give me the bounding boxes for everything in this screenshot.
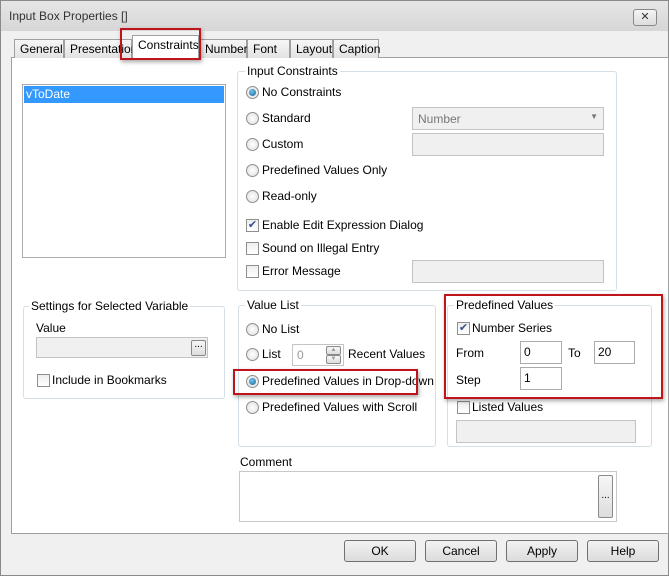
custom-input[interactable]: [412, 133, 604, 156]
radio-predefined-only[interactable]: [246, 164, 259, 177]
checkbox-label: Error Message: [262, 264, 341, 278]
stepper-down-icon[interactable]: ▼: [326, 355, 341, 364]
chevron-down-icon: ▼: [590, 112, 598, 121]
dialog-window: Input Box Properties [] ✕ General Presen…: [0, 0, 669, 576]
help-button[interactable]: Help: [587, 540, 659, 562]
comment-browse-button[interactable]: ...: [598, 475, 613, 518]
apply-button[interactable]: Apply: [506, 540, 578, 562]
value-list-title: Value List: [245, 298, 301, 312]
tab-layout[interactable]: Layout: [290, 39, 333, 58]
radio-label: Predefined Values with Scroll: [262, 400, 418, 414]
radio-no-list[interactable]: [246, 323, 259, 336]
checkbox-label: Enable Edit Expression Dialog: [262, 218, 424, 232]
radio-label: List: [262, 347, 281, 361]
settings-title: Settings for Selected Variable: [29, 299, 191, 313]
standard-dropdown[interactable]: Number ▼: [412, 107, 604, 130]
radio-label: Standard: [262, 111, 311, 125]
error-message-input[interactable]: [412, 260, 604, 283]
cancel-button[interactable]: Cancel: [425, 540, 497, 562]
radio-predefined-scroll[interactable]: [246, 401, 259, 414]
radio-no-constraints[interactable]: [246, 86, 259, 99]
tab-caption[interactable]: Caption: [333, 39, 380, 58]
value-browse-button[interactable]: ...: [191, 340, 206, 356]
radio-read-only[interactable]: [246, 190, 259, 203]
variable-list[interactable]: vToDate: [22, 84, 226, 258]
listed-values-input[interactable]: [456, 420, 636, 443]
radio-label: No Constraints: [262, 85, 342, 99]
checkbox-label: Sound on Illegal Entry: [262, 241, 380, 255]
ok-button[interactable]: OK: [344, 540, 416, 562]
recent-values-label: Recent Values: [348, 347, 426, 361]
title-bar: Input Box Properties [] ✕: [1, 1, 668, 31]
highlight-constraints-tab: [120, 28, 201, 60]
input-constraints-title: Input Constraints: [245, 64, 340, 78]
checkbox-label: Include in Bookmarks: [52, 373, 167, 387]
comment-label: Comment: [240, 455, 293, 469]
checkbox-error-message[interactable]: [246, 265, 259, 278]
radio-standard[interactable]: [246, 112, 259, 125]
checkbox-label: Listed Values: [472, 400, 544, 414]
tab-general[interactable]: General: [14, 39, 64, 58]
window-title: Input Box Properties []: [9, 9, 128, 23]
dropdown-value: Number: [418, 112, 461, 126]
radio-label: Custom: [262, 137, 304, 151]
close-button[interactable]: ✕: [633, 9, 657, 26]
checkbox-listed-values[interactable]: [457, 401, 470, 414]
checkbox-enable-edit-expression[interactable]: ✔: [246, 219, 259, 232]
highlight-dropdown-option: [233, 369, 418, 395]
radio-label: No List: [262, 322, 300, 336]
radio-label: Read-only: [262, 189, 317, 203]
stepper-value: 0: [297, 348, 304, 362]
tab-font[interactable]: Font: [247, 39, 290, 58]
variable-item[interactable]: vToDate: [24, 86, 224, 103]
radio-custom[interactable]: [246, 138, 259, 151]
highlight-predefined-values: [444, 294, 663, 399]
value-label: Value: [36, 321, 66, 335]
checkbox-include-bookmarks[interactable]: [37, 374, 50, 387]
stepper-up-icon[interactable]: ▲: [326, 346, 341, 355]
radio-list[interactable]: [246, 348, 259, 361]
input-constraints-group: [237, 71, 617, 291]
value-input[interactable]: [36, 337, 208, 358]
tab-number[interactable]: Number: [199, 39, 248, 58]
list-count-stepper[interactable]: 0 ▲ ▼: [292, 344, 344, 366]
radio-label: Predefined Values Only: [262, 163, 388, 177]
checkbox-sound-illegal[interactable]: [246, 242, 259, 255]
comment-input[interactable]: [239, 471, 617, 522]
